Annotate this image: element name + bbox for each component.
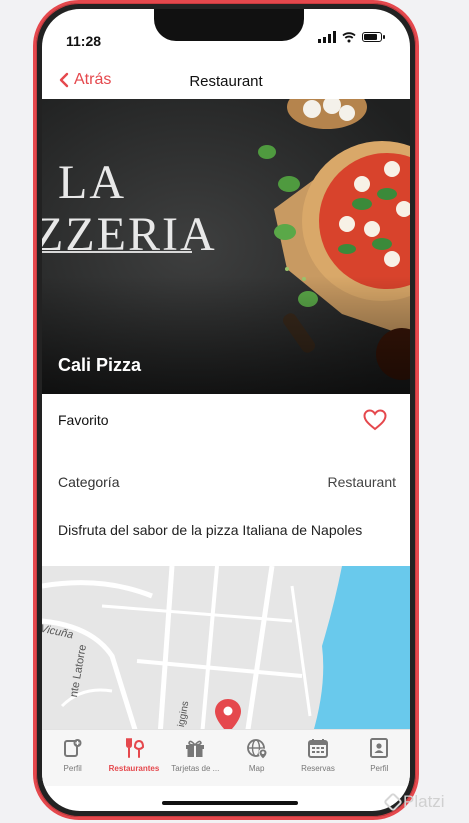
globe-location-icon (246, 739, 268, 760)
pizzeria-logo: LA ZZERIA (42, 156, 217, 261)
tab-perfil-card[interactable]: Perfil (349, 730, 410, 786)
phone-frame: 11:28 Atrás Restaurant LA ZZERIA Cali Pi… (33, 0, 419, 820)
restaurant-name: Cali Pizza (58, 355, 142, 375)
bottom-tab-bar: Perfil Restaurantes Tarjetas de ... Map … (42, 729, 410, 786)
calendar-icon (307, 739, 328, 758)
logo-underline (42, 251, 192, 253)
favorite-label: Favorito (58, 412, 109, 428)
category-value: Restaurant (327, 474, 396, 490)
tab-label: Perfil (370, 764, 389, 773)
tab-restaurantes[interactable]: Restaurantes (103, 730, 164, 786)
page-title: Restaurant (189, 73, 263, 90)
navigation-bar: Atrás Restaurant (42, 65, 410, 99)
tab-reservas[interactable]: Reservas (287, 730, 348, 786)
location-map[interactable]: Vicuña nte Latorre iggins (42, 566, 410, 736)
signal-icon (318, 31, 336, 43)
wifi-icon (342, 32, 356, 43)
gift-icon (186, 740, 205, 757)
favorite-row: Favorito (42, 394, 410, 446)
id-card-icon (370, 738, 389, 758)
category-row: Categoría Restaurant (42, 464, 410, 504)
platzi-logo-icon (383, 792, 403, 812)
profile-add-icon (63, 739, 82, 757)
fork-knife-icon (125, 738, 144, 758)
tab-label: Tarjetas de ... (171, 764, 220, 773)
tab-map[interactable]: Map (226, 730, 287, 786)
category-label: Categoría (58, 474, 120, 490)
tab-label: Restaurantes (108, 764, 160, 773)
tab-label: Map (248, 764, 265, 773)
platzi-watermark: Platzi (383, 792, 445, 812)
status-icons (318, 31, 385, 43)
battery-icon (362, 32, 385, 42)
device-notch (154, 9, 304, 41)
tab-perfil[interactable]: Perfil (42, 730, 103, 786)
status-time: 11:28 (66, 33, 102, 49)
heart-icon[interactable] (362, 407, 388, 433)
tab-label: Perfil (63, 764, 82, 773)
tab-tarjetas[interactable]: Tarjetas de ... (165, 730, 226, 786)
home-indicator[interactable] (162, 801, 298, 805)
restaurant-description: Disfruta del sabor de la pizza Italiana … (58, 522, 363, 538)
watermark-text: Platzi (403, 792, 445, 811)
tab-label: Reservas (301, 764, 335, 773)
restaurant-hero-image: LA ZZERIA Cali Pizza (42, 99, 410, 394)
app-screen: 11:28 Atrás Restaurant LA ZZERIA Cali Pi… (42, 9, 410, 811)
